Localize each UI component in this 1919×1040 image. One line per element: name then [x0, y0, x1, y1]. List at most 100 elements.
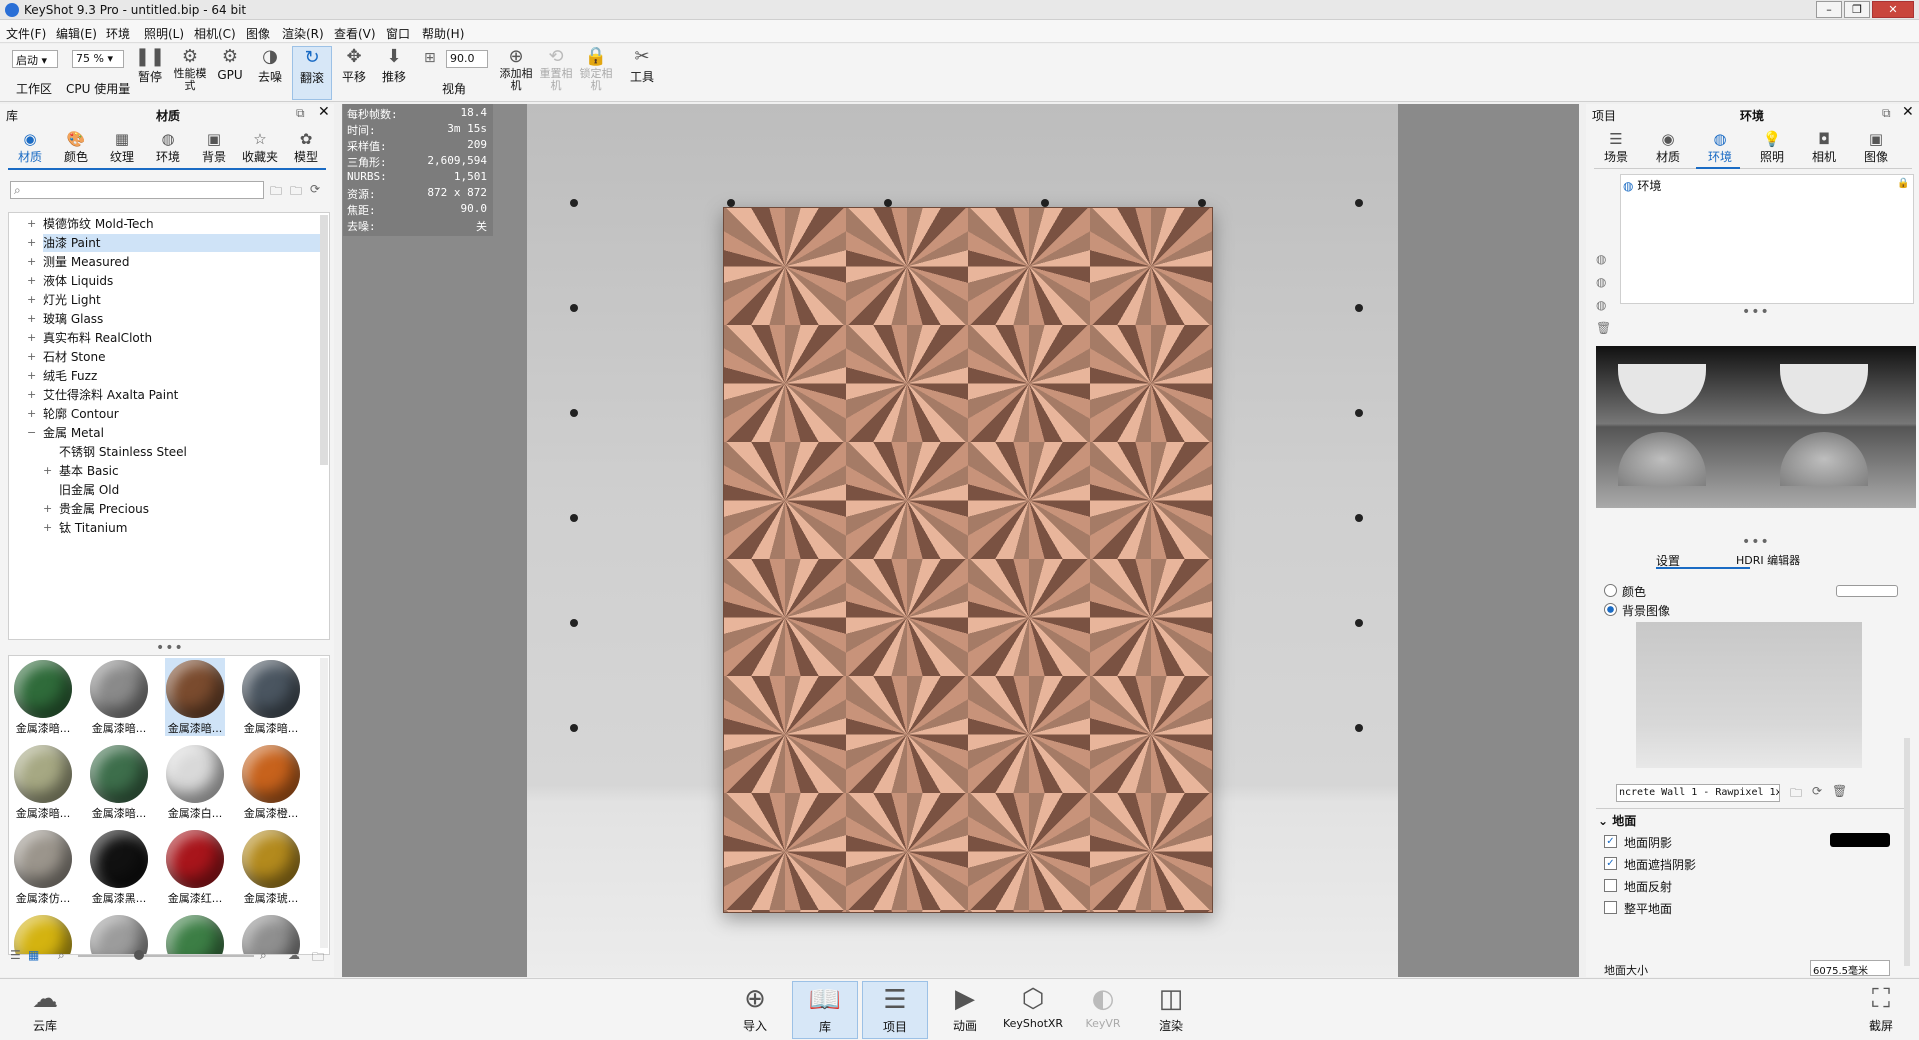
maximize-button[interactable]: ❐ [1844, 1, 1870, 18]
menu-edit[interactable]: 编辑(E) [56, 25, 97, 42]
workspace-select[interactable]: 启动 ▾ [12, 50, 58, 68]
tab-material[interactable]: ◉ 材质 [1646, 130, 1690, 165]
keyshotxr-button[interactable]: ⬡ KeyShotXR [1000, 981, 1066, 1039]
menu-camera[interactable]: 相机(C) [194, 25, 236, 42]
lock-icon[interactable]: 🔒 [1897, 178, 1909, 189]
panel-scrollbar[interactable] [1904, 738, 1910, 966]
tree-item[interactable]: 旧金属 Old [59, 481, 119, 499]
ground-shadow-color[interactable] [1830, 833, 1890, 847]
menu-environment[interactable]: 环境 [106, 25, 130, 42]
hdri-preview[interactable] [1596, 346, 1916, 508]
menu-file[interactable]: 文件(F) [6, 25, 46, 42]
splitter-handle[interactable]: ••• [1742, 304, 1770, 320]
ground-section-header[interactable]: ⌄ 地面 [1598, 812, 1636, 829]
material-thumbnail[interactable]: 金属漆灰... [89, 913, 149, 954]
folder-icon[interactable]: 🗀 [270, 182, 282, 203]
tree-item[interactable]: 金属 Metal [43, 424, 104, 442]
background-color-radio[interactable] [1604, 584, 1617, 597]
tab-backplates[interactable]: ▣ 背景 [192, 130, 236, 165]
tab-models[interactable]: ✿ 模型 [284, 130, 328, 165]
edit-environment-icon[interactable]: ◍ [1596, 294, 1611, 317]
cloud-upload-icon[interactable]: ☁ [288, 948, 300, 962]
tree-expander-icon[interactable]: + [43, 519, 53, 537]
tree-expander-icon[interactable]: + [43, 462, 53, 480]
material-thumbnail[interactable]: 金属漆仿... [13, 828, 73, 906]
list-view-icon[interactable]: ☰ [10, 948, 21, 962]
screenshot-button[interactable]: ⛶ 截屏 [1848, 981, 1914, 1039]
tab-textures[interactable]: ▦ 纹理 [100, 130, 144, 165]
thumbnails-scrollbar[interactable] [320, 658, 328, 948]
material-thumbnail[interactable]: 金属漆红... [165, 828, 225, 906]
undock-icon[interactable]: ⧉ [296, 106, 305, 121]
undock-icon[interactable]: ⧉ [1882, 106, 1891, 121]
rendered-3d-wall-panel[interactable] [723, 207, 1213, 913]
ground-reflection-checkbox[interactable] [1604, 879, 1617, 892]
tree-item[interactable]: 灯光 Light [43, 291, 101, 309]
ground-occlusion-checkbox[interactable]: ✓ [1604, 857, 1617, 870]
list-item-environment[interactable]: ◍ 环境 [1623, 177, 1911, 194]
cloud-library-button[interactable]: ☁ 云库 [12, 981, 78, 1039]
trash-icon[interactable]: 🗑 [1596, 317, 1611, 340]
material-thumbnail[interactable]: 金属漆暗... [13, 658, 73, 736]
tools-button[interactable]: ✂ 工具 [622, 46, 662, 100]
close-window-button[interactable]: ✕ [1872, 1, 1914, 18]
tree-expander-icon[interactable]: + [27, 348, 37, 366]
menu-window[interactable]: 窗口 [386, 25, 410, 42]
library-toggle-button[interactable]: 📖 库 [792, 981, 858, 1039]
dolly-button[interactable]: ⬇ 推移 [374, 46, 414, 100]
close-panel-icon[interactable]: ✕ [1902, 104, 1914, 120]
tree-expander-icon[interactable]: + [27, 367, 37, 385]
fov-input[interactable]: 90.0 [446, 50, 488, 68]
material-thumbnail[interactable]: 金属漆暗... [89, 658, 149, 736]
material-thumbnail[interactable]: 金属漆琥... [241, 828, 301, 906]
tab-colors[interactable]: 🎨 颜色 [54, 130, 98, 165]
gpu-button[interactable]: ⚙ GPU [210, 46, 250, 100]
splitter-handle[interactable]: ••• [1742, 534, 1770, 550]
tree-item[interactable]: 油漆 Paint [43, 234, 323, 252]
add-environment-icon[interactable]: ◍ [1596, 248, 1611, 271]
material-thumbnail[interactable]: 金属漆白... [165, 743, 225, 821]
flatten-ground-checkbox[interactable] [1604, 901, 1617, 914]
tree-expander-icon[interactable]: + [43, 500, 53, 518]
tumble-button[interactable]: ↻ 翻滚 [292, 46, 332, 100]
tree-expander-icon[interactable]: − [27, 424, 37, 442]
zoom-in-icon[interactable]: ⌕ [260, 948, 267, 963]
folder-open-icon[interactable]: 🗀 [1790, 784, 1802, 805]
tab-environment[interactable]: ◍ 环境 [1698, 130, 1742, 165]
tree-item[interactable]: 钛 Titanium [59, 519, 127, 537]
tab-lighting[interactable]: 💡 照明 [1750, 130, 1794, 165]
subtab-hdri-editor[interactable]: HDRI 编辑器 [1736, 552, 1800, 568]
tree-expander-icon[interactable]: + [27, 272, 37, 290]
material-thumbnail[interactable]: 金属漆暗... [165, 658, 225, 736]
library-search-input[interactable]: ⌕ [10, 181, 264, 199]
tree-item[interactable]: 基本 Basic [59, 462, 119, 480]
menu-help[interactable]: 帮助(H) [422, 25, 464, 42]
tree-item[interactable]: 绒毛 Fuzz [43, 367, 97, 385]
keyvr-button[interactable]: ◐ KeyVR [1070, 981, 1136, 1039]
material-thumbnail[interactable]: 金属漆暗... [13, 743, 73, 821]
animation-button[interactable]: ▶ 动画 [932, 981, 998, 1039]
tree-item[interactable]: 不锈钢 Stainless Steel [59, 443, 187, 461]
lock-camera-button[interactable]: 🔒 锁定相机 [576, 46, 616, 100]
material-thumbnail[interactable]: 金属漆暗... [89, 743, 149, 821]
tree-item[interactable]: 艾仕得涂料 Axalta Paint [43, 386, 178, 404]
background-image-thumbnail[interactable] [1636, 622, 1862, 768]
zoom-out-icon[interactable]: ⌕ [58, 948, 65, 963]
trash-icon[interactable]: 🗑 [1832, 784, 1847, 798]
project-toggle-button[interactable]: ☰ 项目 [862, 981, 928, 1039]
tab-environments[interactable]: ◍ 环境 [146, 130, 190, 165]
tree-item[interactable]: 玻璃 Glass [43, 310, 103, 328]
tree-item[interactable]: 模德饰纹 Mold-Tech [43, 215, 154, 233]
refresh-icon[interactable]: ⟳ [310, 182, 320, 196]
tab-camera[interactable]: ◘ 相机 [1802, 130, 1846, 165]
cpu-usage-select[interactable]: 75 % ▾ [72, 50, 124, 68]
tree-expander-icon[interactable]: + [27, 253, 37, 271]
tree-item[interactable]: 贵金属 Precious [59, 500, 149, 518]
tab-favorites[interactable]: ☆ 收藏夹 [238, 130, 282, 165]
background-color-swatch[interactable] [1836, 585, 1898, 597]
pause-button[interactable]: ❚❚ 暂停 [130, 46, 170, 100]
refresh-icon[interactable]: ⟳ [1812, 784, 1822, 798]
render-button[interactable]: ◫ 渲染 [1138, 981, 1204, 1039]
menu-lighting[interactable]: 照明(L) [144, 25, 184, 42]
tree-expander-icon[interactable]: + [27, 234, 37, 252]
